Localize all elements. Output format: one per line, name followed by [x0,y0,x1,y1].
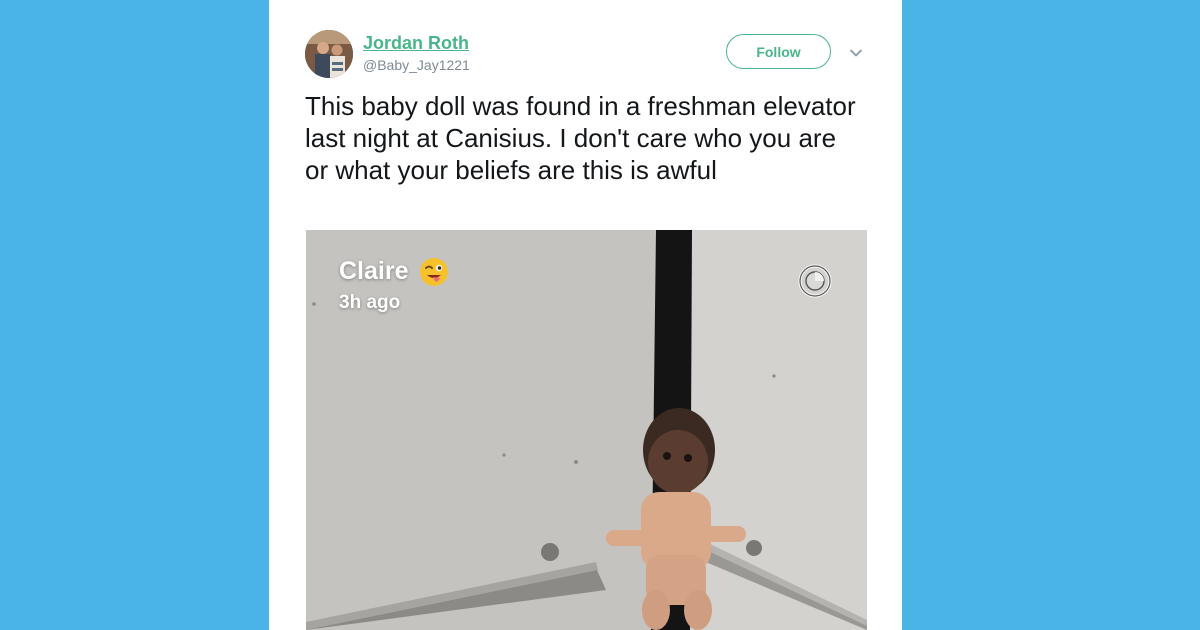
avatar[interactable] [305,30,353,78]
tweet-card: Jordan Roth @Baby_Jay1221 Follow This ba… [269,0,902,630]
doll-in-elevator-photo [306,230,867,630]
profile-avatar-image [305,30,353,78]
chevron-down-icon[interactable] [847,44,865,62]
author-name[interactable]: Jordan Roth [363,33,469,54]
follow-button[interactable]: Follow [726,34,831,69]
snap-username: Claire [339,257,409,285]
winking-tongue-emoji-icon [419,257,449,287]
tweet-text: This baby doll was found in a freshman e… [305,91,856,185]
tweet-media[interactable]: Claire 3h ago [306,230,867,630]
snap-timer-icon [797,263,833,299]
snap-timestamp: 3h ago [339,292,401,313]
author-handle[interactable]: @Baby_Jay1221 [363,57,470,73]
